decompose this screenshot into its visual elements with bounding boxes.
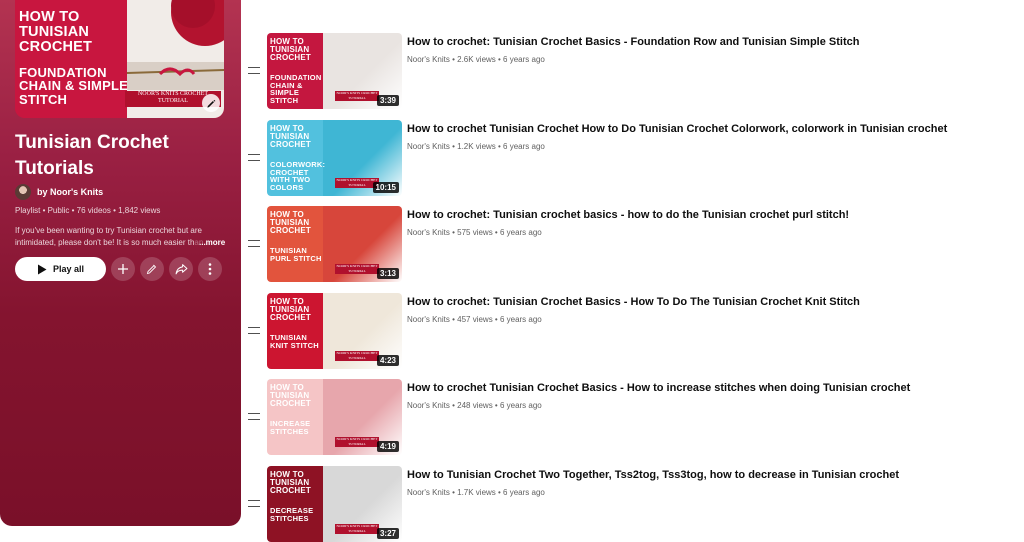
playlist-thumbnail-line2: FOUNDATION CHAIN & SIMPLE STITCH — [19, 65, 128, 107]
duration-badge: 3:13 — [376, 268, 399, 279]
thumbnail-line2: TUNISIAN PURL STITCH — [270, 246, 322, 263]
save-to-playlist-button[interactable] — [111, 257, 135, 281]
playlist-video-row[interactable]: HOW TO TUNISIAN CROCHET INCREASE STITCHE… — [248, 379, 1018, 455]
video-title[interactable]: How to crochet Tunisian Crochet Basics -… — [407, 381, 1017, 396]
drag-handle-icon[interactable] — [248, 413, 260, 420]
video-thumbnail[interactable]: HOW TO TUNISIAN CROCHET COLORWORK: CROCH… — [267, 120, 402, 196]
video-thumbnail[interactable]: HOW TO TUNISIAN CROCHET TUNISIAN KNIT ST… — [267, 293, 402, 369]
avatar[interactable] — [15, 184, 31, 200]
thumbnail-line2: DECREASE STITCHES — [270, 506, 314, 523]
thumbnail-badge: NOOR'S KNITS CROCHET TUTORIAL — [335, 351, 379, 361]
video-thumbnail[interactable]: HOW TO TUNISIAN CROCHET TUNISIAN PURL ST… — [267, 206, 402, 282]
video-meta: Noor's Knits • 1.7K views • 6 years ago — [407, 488, 545, 497]
edit-thumbnail-button[interactable] — [202, 94, 220, 112]
playlist-video-row[interactable]: HOW TO TUNISIAN CROCHET COLORWORK: CROCH… — [248, 120, 1018, 196]
video-meta: Noor's Knits • 575 views • 6 years ago — [407, 228, 542, 237]
video-thumbnail[interactable]: HOW TO TUNISIAN CROCHET DECREASE STITCHE… — [267, 466, 402, 542]
playlist-video-row[interactable]: HOW TO TUNISIAN CROCHET FOUNDATION CHAIN… — [248, 33, 1018, 109]
video-meta: Noor's Knits • 457 views • 6 years ago — [407, 315, 542, 324]
thumbnail-line2: TUNISIAN KNIT STITCH — [270, 333, 319, 350]
playlist-thumbnail[interactable]: HOW TO TUNISIAN CROCHET FOUNDATION CHAIN… — [15, 0, 224, 118]
thumbnail-badge: NOOR'S KNITS CROCHET TUTORIAL — [335, 91, 379, 101]
play-all-label: Play all — [52, 264, 85, 274]
video-meta: Noor's Knits • 2.6K views • 6 years ago — [407, 55, 545, 64]
play-icon — [37, 264, 47, 274]
video-meta: Noor's Knits • 248 views • 6 years ago — [407, 401, 542, 410]
more-actions-button[interactable] — [198, 257, 222, 281]
video-thumbnail[interactable]: HOW TO TUNISIAN CROCHET INCREASE STITCHE… — [267, 379, 402, 455]
drag-handle-icon[interactable] — [248, 327, 260, 334]
thumbnail-line2: INCREASE STITCHES — [270, 419, 311, 436]
duration-badge: 4:23 — [376, 355, 399, 366]
duration-badge: 4:19 — [376, 441, 399, 452]
drag-handle-icon[interactable] — [248, 67, 260, 74]
duration-badge: 10:15 — [372, 182, 399, 193]
thumbnail-line1: HOW TO TUNISIAN CROCHET — [270, 124, 311, 150]
thumbnail-badge: NOOR'S KNITS CROCHET TUTORIAL — [335, 264, 379, 274]
thumbnail-line2: COLORWORK: CROCHET WITH TWO COLORS — [270, 160, 326, 192]
duration-badge: 3:27 — [376, 528, 399, 539]
playlist-actions: Play all — [15, 257, 222, 281]
owner-name[interactable]: by Noor's Knits — [37, 187, 103, 197]
thumbnail-line1: HOW TO TUNISIAN CROCHET — [270, 383, 311, 409]
description-text: If you've been wanting to try Tunisian c… — [15, 226, 202, 247]
more-vertical-icon — [208, 263, 212, 275]
plus-icon — [118, 264, 128, 274]
drag-handle-icon[interactable] — [248, 154, 260, 161]
playlist-video-row[interactable]: HOW TO TUNISIAN CROCHET TUNISIAN PURL ST… — [248, 206, 1018, 282]
share-button[interactable] — [169, 257, 193, 281]
thumbnail-line2: FOUNDATION CHAIN & SIMPLE STITCH — [270, 73, 322, 105]
playlist-description: If you've been wanting to try Tunisian c… — [15, 225, 225, 249]
video-meta: Noor's Knits • 1.2K views • 6 years ago — [407, 142, 545, 151]
drag-handle-icon[interactable] — [248, 500, 260, 507]
thumbnail-line1: HOW TO TUNISIAN CROCHET — [270, 210, 311, 236]
play-all-button[interactable]: Play all — [15, 257, 106, 281]
video-title[interactable]: How to Tunisian Crochet Two Together, Ts… — [407, 468, 1017, 483]
playlist-video-row[interactable]: HOW TO TUNISIAN CROCHET TUNISIAN KNIT ST… — [248, 293, 1018, 369]
edit-playlist-button[interactable] — [140, 257, 164, 281]
video-title[interactable]: How to crochet: Tunisian crochet basics … — [407, 208, 1017, 223]
playlist-header-panel: HOW TO TUNISIAN CROCHET FOUNDATION CHAIN… — [0, 0, 241, 526]
more-link[interactable]: ...more — [199, 237, 225, 249]
share-icon — [175, 264, 187, 275]
playlist-video-row[interactable]: HOW TO TUNISIAN CROCHET DECREASE STITCHE… — [248, 466, 1018, 542]
thumbnail-badge: NOOR'S KNITS CROCHET TUTORIAL — [335, 437, 379, 447]
pencil-icon — [206, 99, 215, 108]
thumbnail-line1: HOW TO TUNISIAN CROCHET — [270, 297, 311, 323]
thumbnail-badge: NOOR'S KNITS CROCHET TUTORIAL — [335, 524, 379, 534]
drag-handle-icon[interactable] — [248, 240, 260, 247]
playlist-title: Tunisian Crochet Tutorials — [15, 132, 169, 179]
thumbnail-line1: HOW TO TUNISIAN CROCHET — [270, 37, 311, 63]
playlist-thumbnail-line1: HOW TO TUNISIAN CROCHET — [19, 9, 93, 55]
pencil-icon — [146, 264, 157, 275]
video-title[interactable]: How to crochet: Tunisian Crochet Basics … — [407, 35, 1017, 50]
playlist-owner[interactable]: by Noor's Knits — [15, 184, 103, 200]
video-thumbnail[interactable]: HOW TO TUNISIAN CROCHET FOUNDATION CHAIN… — [267, 33, 402, 109]
video-title[interactable]: How to crochet: Tunisian Crochet Basics … — [407, 295, 1017, 310]
playlist-meta: Playlist • Public • 76 videos • 1,842 vi… — [15, 206, 161, 215]
duration-badge: 3:39 — [376, 95, 399, 106]
thumbnail-line1: HOW TO TUNISIAN CROCHET — [270, 470, 311, 496]
video-title[interactable]: How to crochet Tunisian Crochet How to D… — [407, 122, 1017, 137]
